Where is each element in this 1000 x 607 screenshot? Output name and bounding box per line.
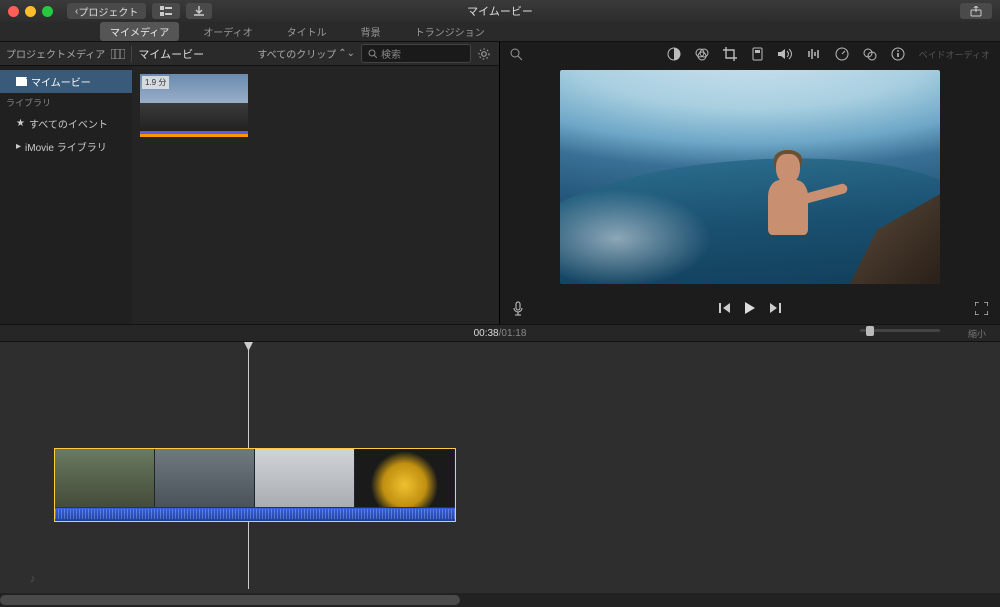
sidebar-item-label: マイムービー <box>31 74 91 89</box>
zoom-search-icon[interactable] <box>510 48 523 61</box>
playback-controls <box>719 302 781 314</box>
library-toggle-button[interactable] <box>152 3 180 19</box>
sidebar-item-all-events[interactable]: ★ すべてのイベント <box>0 112 132 135</box>
search-field[interactable]: 検索 <box>361 44 471 63</box>
window-title: マイムービー <box>467 3 533 19</box>
disclosure-triangle-icon: ▸ <box>16 141 21 152</box>
next-button[interactable] <box>769 302 781 314</box>
current-time: 00:38 <box>474 328 499 339</box>
close-window-button[interactable] <box>8 6 19 17</box>
project-name: マイムービー <box>138 46 204 62</box>
video-preview[interactable] <box>560 70 940 284</box>
titlebar-buttons: ‹ プロジェクト <box>67 3 212 19</box>
media-grid[interactable]: 1.9 分 <box>132 66 499 324</box>
color-balance-icon[interactable] <box>667 47 681 61</box>
back-to-projects-button[interactable]: ‹ プロジェクト <box>67 3 146 19</box>
timeline[interactable]: ♪ <box>0 342 1000 607</box>
tab-backgrounds[interactable]: 背景 <box>351 22 391 41</box>
fullscreen-button[interactable] <box>975 302 988 315</box>
search-placeholder: 検索 <box>381 46 401 61</box>
sidebar-item-imovie-library[interactable]: ▸ iMovie ライブラリ <box>0 135 132 158</box>
play-button[interactable] <box>745 302 755 314</box>
preview-person <box>750 154 820 274</box>
star-icon: ★ <box>16 118 25 129</box>
sidebar-item-label: iMovie ライブラリ <box>25 139 107 154</box>
browser-header: プロジェクトメディア マイムービー すべてのクリップ ⌃⌄ 検索 <box>0 42 499 66</box>
filmstrip-toggle-icon[interactable] <box>111 49 125 59</box>
library-list-icon <box>160 6 172 16</box>
music-note-icon: ♪ <box>30 573 36 585</box>
speed-icon[interactable] <box>835 47 849 61</box>
playback-bar <box>500 292 1000 324</box>
minimize-window-button[interactable] <box>25 6 36 17</box>
clapperboard-icon <box>16 77 27 86</box>
tab-titles[interactable]: タイトル <box>277 22 337 41</box>
preview-wrap <box>500 66 1000 292</box>
download-arrow-icon <box>194 6 204 16</box>
sidebar-item-project-media[interactable]: マイムービー <box>0 70 132 93</box>
browser-panel: プロジェクトメディア マイムービー すべてのクリップ ⌃⌄ 検索 <box>0 42 500 324</box>
clip-duration-badge: 1.9 分 <box>142 76 169 89</box>
thumbnail-audio-strip <box>140 131 248 134</box>
microphone-icon[interactable] <box>512 301 524 316</box>
time-display-row: 00:38 / 01:18 縮小 <box>0 324 1000 342</box>
play-icon <box>745 302 755 314</box>
maximize-window-button[interactable] <box>42 6 53 17</box>
crop-icon[interactable] <box>723 47 737 61</box>
clip-filter-icon[interactable] <box>863 48 877 61</box>
viewer-toolbar: ベイドオーディオ <box>500 42 1000 66</box>
browser-options-button[interactable] <box>477 47 493 61</box>
window-titlebar: ‹ プロジェクト マイムービー <box>0 0 1000 22</box>
thumbnail-preview <box>140 103 248 131</box>
previous-button[interactable] <box>719 302 731 314</box>
audio-track-placeholder[interactable]: ♪ <box>30 573 36 585</box>
import-button[interactable] <box>186 3 212 19</box>
updown-icon: ⌃⌄ <box>338 48 355 59</box>
scrollbar-thumb[interactable] <box>0 595 460 605</box>
stabilization-icon[interactable] <box>751 47 764 61</box>
zoom-slider[interactable] <box>860 329 940 332</box>
viewer-disabled-label: ベイドオーディオ <box>919 48 990 61</box>
main-panel: プロジェクトメディア マイムービー すべてのクリップ ⌃⌄ 検索 <box>0 42 1000 324</box>
library-sidebar: マイムービー ライブラリ ★ すべてのイベント ▸ iMovie ライブラリ <box>0 66 132 324</box>
zoom-label: 縮小 <box>968 327 986 340</box>
share-button[interactable] <box>960 3 992 19</box>
search-icon <box>368 49 377 58</box>
zoom-slider-knob[interactable] <box>866 326 874 336</box>
color-correction-icon[interactable] <box>695 47 709 61</box>
clips-filter-label: すべてのクリップ <box>257 46 336 61</box>
gear-icon <box>477 47 493 61</box>
preview-sparkle <box>560 170 750 284</box>
traffic-lights <box>8 6 53 17</box>
total-time: 01:18 <box>501 328 526 339</box>
tab-my-media[interactable]: マイメディア <box>100 22 179 41</box>
tab-transitions[interactable]: トランジション <box>405 22 495 41</box>
browser-body: マイムービー ライブラリ ★ すべてのイベント ▸ iMovie ライブラリ 1… <box>0 66 499 324</box>
divider <box>131 46 132 62</box>
timeline-clip[interactable] <box>54 448 456 522</box>
info-icon[interactable] <box>891 47 905 61</box>
timeline-scrollbar[interactable] <box>0 593 1000 607</box>
media-tabbar: マイメディア オーディオ タイトル 背景 トランジション <box>0 22 1000 42</box>
tab-audio[interactable]: オーディオ <box>193 22 262 41</box>
sidebar-item-label: すべてのイベント <box>29 116 108 131</box>
clip-audio-waveform[interactable] <box>55 507 455 521</box>
volume-icon[interactable] <box>778 48 793 60</box>
noise-reduction-icon[interactable] <box>807 48 821 60</box>
browser-section-label: プロジェクトメディア <box>6 46 105 61</box>
media-clip-thumbnail[interactable]: 1.9 分 <box>140 74 248 137</box>
share-icon <box>970 6 982 17</box>
back-label: プロジェクト <box>78 4 138 19</box>
viewer-panel: ベイドオーディオ <box>500 42 1000 324</box>
waveform-icon <box>55 509 455 519</box>
clips-filter-dropdown[interactable]: すべてのクリップ ⌃⌄ <box>257 46 355 61</box>
sidebar-library-header: ライブラリ <box>0 93 132 112</box>
